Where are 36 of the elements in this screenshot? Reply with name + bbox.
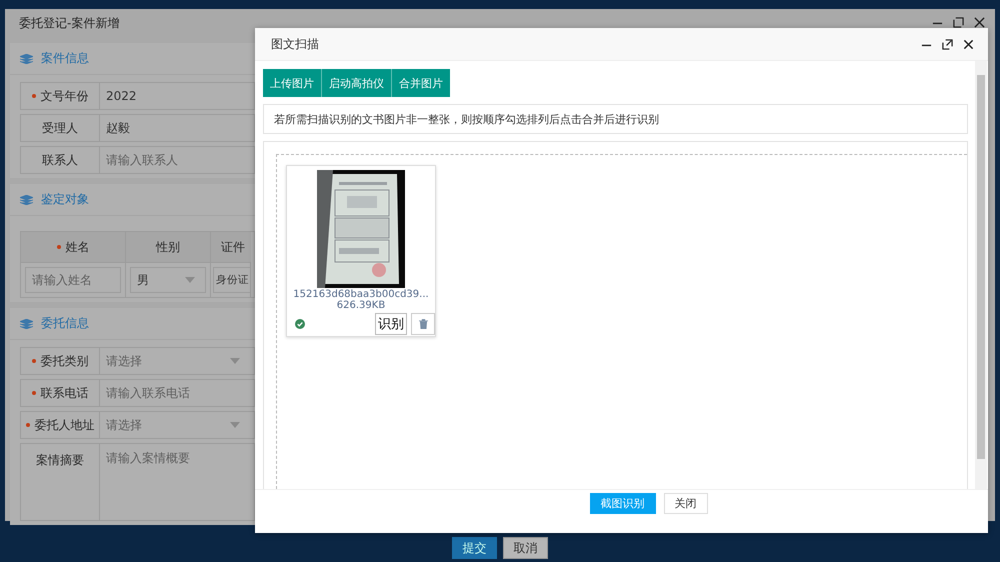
cancel-button[interactable]: 取消: [503, 537, 548, 559]
close-button[interactable]: 关闭: [664, 493, 708, 514]
select-field[interactable]: 男: [130, 267, 206, 293]
file-name: 152163d68baa3b00cd39...: [293, 289, 429, 300]
input-field[interactable]: 请输入联系人: [100, 146, 255, 174]
input-field[interactable]: 请输入联系电话: [100, 379, 255, 407]
section-title: 鉴定对象: [41, 191, 89, 208]
input-field[interactable]: 2022: [100, 82, 255, 110]
label-text: 委托类别: [40, 352, 88, 370]
toolbar-button[interactable]: 合并图片: [392, 69, 450, 97]
select-field[interactable]: 请选择: [100, 411, 255, 439]
recognize-button[interactable]: 识别: [375, 313, 407, 335]
window-title: 委托登记-案件新增: [19, 14, 120, 32]
label-text: 证件: [221, 238, 245, 256]
label-text: 委托人地址: [34, 416, 94, 434]
dialog-title: 图文扫描: [271, 36, 319, 52]
submit-button[interactable]: 提交: [452, 537, 497, 559]
label-text: 受理人: [42, 120, 78, 136]
section-title: 案件信息: [41, 50, 89, 67]
section-title: 委托信息: [41, 315, 89, 332]
label-text: 联系电话: [40, 384, 88, 402]
file-size: 626.39KB: [336, 300, 386, 311]
file-card[interactable]: 152163d68baa3b00cd39... 626.39KB 识别: [286, 165, 436, 337]
label-text: 案情摘要: [36, 452, 84, 469]
label-text: 联系人: [42, 152, 78, 168]
notice-text: 若所需扫描识别的文书图片非一整张，则按顺序勾选排列后点击合并后进行识别: [263, 104, 968, 134]
label-text: 性别: [156, 238, 180, 256]
select-field[interactable]: 身份证: [213, 267, 250, 293]
label-text: 姓名: [66, 238, 90, 256]
toolbar-button[interactable]: 上传图片: [263, 69, 322, 97]
select-field[interactable]: 请选择: [100, 347, 255, 375]
toolbar-button[interactable]: 启动高拍仪: [322, 69, 392, 97]
text-area[interactable]: 请输入案情概要: [100, 443, 255, 521]
input-field[interactable]: 赵毅: [100, 114, 255, 142]
label-text: 文号年份: [40, 88, 88, 104]
input-field[interactable]: 请输入姓名: [25, 267, 121, 293]
